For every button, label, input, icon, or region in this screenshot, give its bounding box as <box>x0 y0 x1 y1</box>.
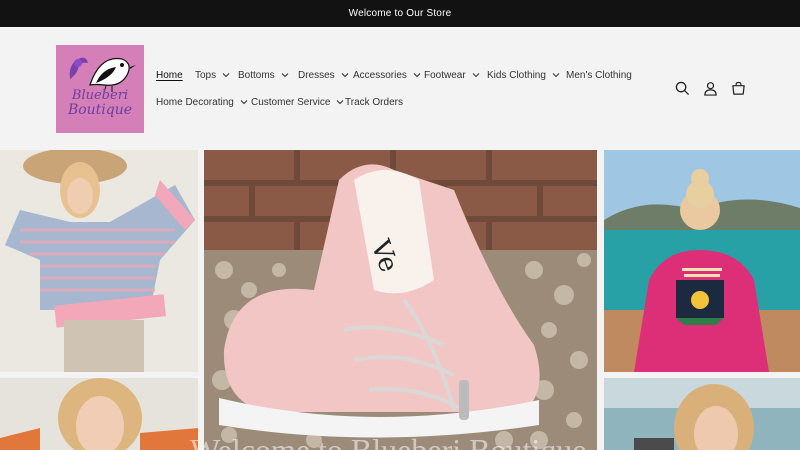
hero-image-pink-sneaker[interactable]: Ve <box>204 150 597 450</box>
chevron-down-icon <box>240 100 248 105</box>
nav-item-bottoms[interactable]: Bottoms <box>238 67 289 83</box>
chevron-down-icon <box>413 73 421 78</box>
chevron-down-icon <box>337 100 344 105</box>
nav-item-customer-service[interactable]: Customer Service <box>251 94 344 110</box>
hero-caption: Welcome to Blueberi Boutique <box>190 432 587 450</box>
nav-item-home-decorating[interactable]: Home Decorating <box>156 94 248 110</box>
cart-icon[interactable] <box>730 80 746 96</box>
nav-item-track-orders[interactable]: Track Orders <box>345 94 403 110</box>
hero-image-model-orange[interactable] <box>0 378 198 450</box>
chevron-down-icon <box>341 73 349 78</box>
site-header: Blueberi Boutique Home Tops Bottoms Dres… <box>0 27 800 150</box>
nav-item-home[interactable]: Home <box>156 67 183 83</box>
account-icon[interactable] <box>702 80 718 96</box>
nav-item-kids-clothing[interactable]: Kids Clothing <box>487 67 560 83</box>
nav-item-mens-clothing[interactable]: Men's Clothing <box>566 67 632 83</box>
nav-item-tops[interactable]: Tops <box>195 67 230 83</box>
chevron-down-icon <box>222 73 230 78</box>
nav-item-dresses[interactable]: Dresses <box>298 67 349 83</box>
logo-line-2: Boutique <box>67 102 133 118</box>
chevron-down-icon <box>472 73 480 78</box>
store-logo[interactable]: Blueberi Boutique <box>56 45 144 133</box>
announcement-text: Welcome to Our Store <box>348 8 452 19</box>
hero-image-pink-tshirt[interactable] <box>604 150 800 372</box>
announcement-bar: Welcome to Our Store <box>0 0 800 27</box>
logo-line-1: Blueberi <box>71 88 129 103</box>
search-icon[interactable] <box>674 80 690 96</box>
nav-item-footwear[interactable]: Footwear <box>424 67 480 83</box>
hero-image-model-swim[interactable] <box>604 378 800 450</box>
hero-image-striped-top[interactable] <box>0 150 198 372</box>
chevron-down-icon <box>281 73 289 78</box>
chevron-down-icon <box>552 73 560 78</box>
nav-item-accessories[interactable]: Accessories <box>353 67 421 83</box>
